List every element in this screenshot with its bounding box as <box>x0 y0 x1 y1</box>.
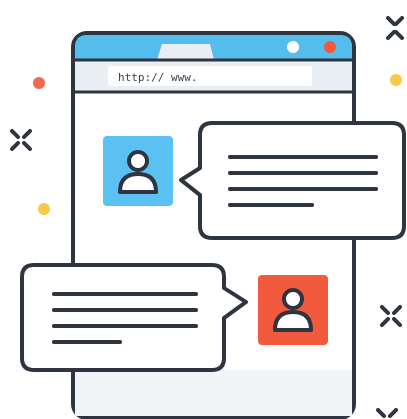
window-control-close[interactable] <box>324 41 336 53</box>
sparkle-icon <box>386 16 404 40</box>
chat-bubble-incoming <box>179 121 406 240</box>
decor-dot <box>33 77 45 89</box>
sparkle-icon <box>10 129 32 151</box>
illustration: http:// www. <box>0 0 407 419</box>
sparkle-icon <box>376 408 398 418</box>
browser-tab[interactable] <box>157 44 214 60</box>
browser-chat-illustration <box>10 16 406 419</box>
decor-dot <box>38 203 50 215</box>
address-bar-text: http:// www. <box>118 71 198 84</box>
sparkle-icon <box>380 305 402 327</box>
decor-dot <box>390 74 402 86</box>
chat-bubble-outgoing <box>20 263 248 372</box>
window-control-white[interactable] <box>287 41 299 53</box>
